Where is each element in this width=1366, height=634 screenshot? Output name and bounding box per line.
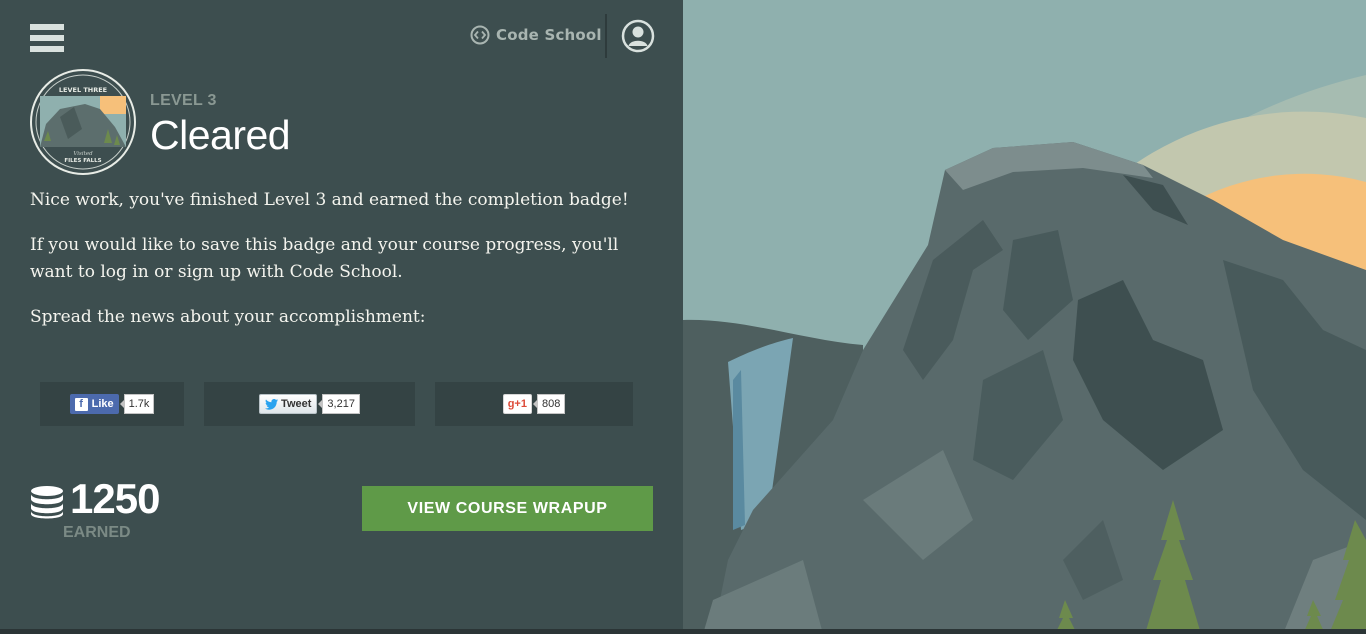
view-course-wrapup-button[interactable]: VIEW COURSE WRAPUP	[362, 486, 653, 531]
level-label: LEVEL 3	[150, 92, 217, 109]
twitter-share-box[interactable]: Tweet 3,217	[204, 382, 415, 426]
code-brackets-icon	[470, 25, 490, 45]
mountain-illustration	[683, 0, 1366, 634]
tweet-button[interactable]: Tweet	[259, 394, 318, 414]
points-earned-value: 1250	[70, 475, 160, 522]
header-divider	[605, 14, 607, 58]
level-status-title: Cleared	[150, 112, 291, 158]
code-school-logo[interactable]: Code School	[470, 24, 602, 46]
twitter-bird-icon	[265, 398, 279, 410]
points-earned-caption: EARNED	[63, 524, 131, 541]
tweet-count: 3,217	[318, 394, 360, 414]
hamburger-menu-icon[interactable]	[30, 24, 64, 52]
facebook-like-label: Like	[91, 398, 114, 410]
facebook-like-count: 1.7k	[119, 394, 155, 414]
signup-message: If you would like to save this badge and…	[30, 235, 619, 282]
badge-top-text: LEVEL THREE	[59, 86, 107, 94]
google-plus-share-box[interactable]: g+1 808	[435, 382, 633, 426]
level-badge-image: LEVEL THREE Visited FILES FALLS	[30, 69, 136, 175]
google-plus-label: g+1	[507, 398, 527, 410]
half-dome-scene-image	[683, 0, 1366, 634]
google-plus-count: 808	[532, 394, 566, 414]
facebook-icon: f	[74, 397, 88, 411]
bottom-edge-strip	[0, 629, 1366, 634]
user-account-icon[interactable]	[621, 19, 655, 53]
badge-bottom-text: FILES FALLS	[64, 158, 101, 164]
facebook-share-box[interactable]: f Like 1.7k	[40, 382, 184, 426]
coin-stack-icon	[31, 486, 63, 519]
tweet-label: Tweet	[281, 398, 312, 410]
badge-script-text: Visited	[73, 151, 93, 157]
brand-name: Code School	[496, 26, 602, 44]
completion-message: Nice work, you've finished Level 3 and e…	[30, 190, 629, 210]
share-prompt: Spread the news about your accomplishmen…	[30, 307, 426, 327]
facebook-like-button[interactable]: f Like	[69, 394, 119, 414]
level-complete-panel: Code School LEVEL THREE Visited FILES FA…	[0, 0, 683, 634]
google-plus-one-button[interactable]: g+1	[502, 394, 532, 414]
